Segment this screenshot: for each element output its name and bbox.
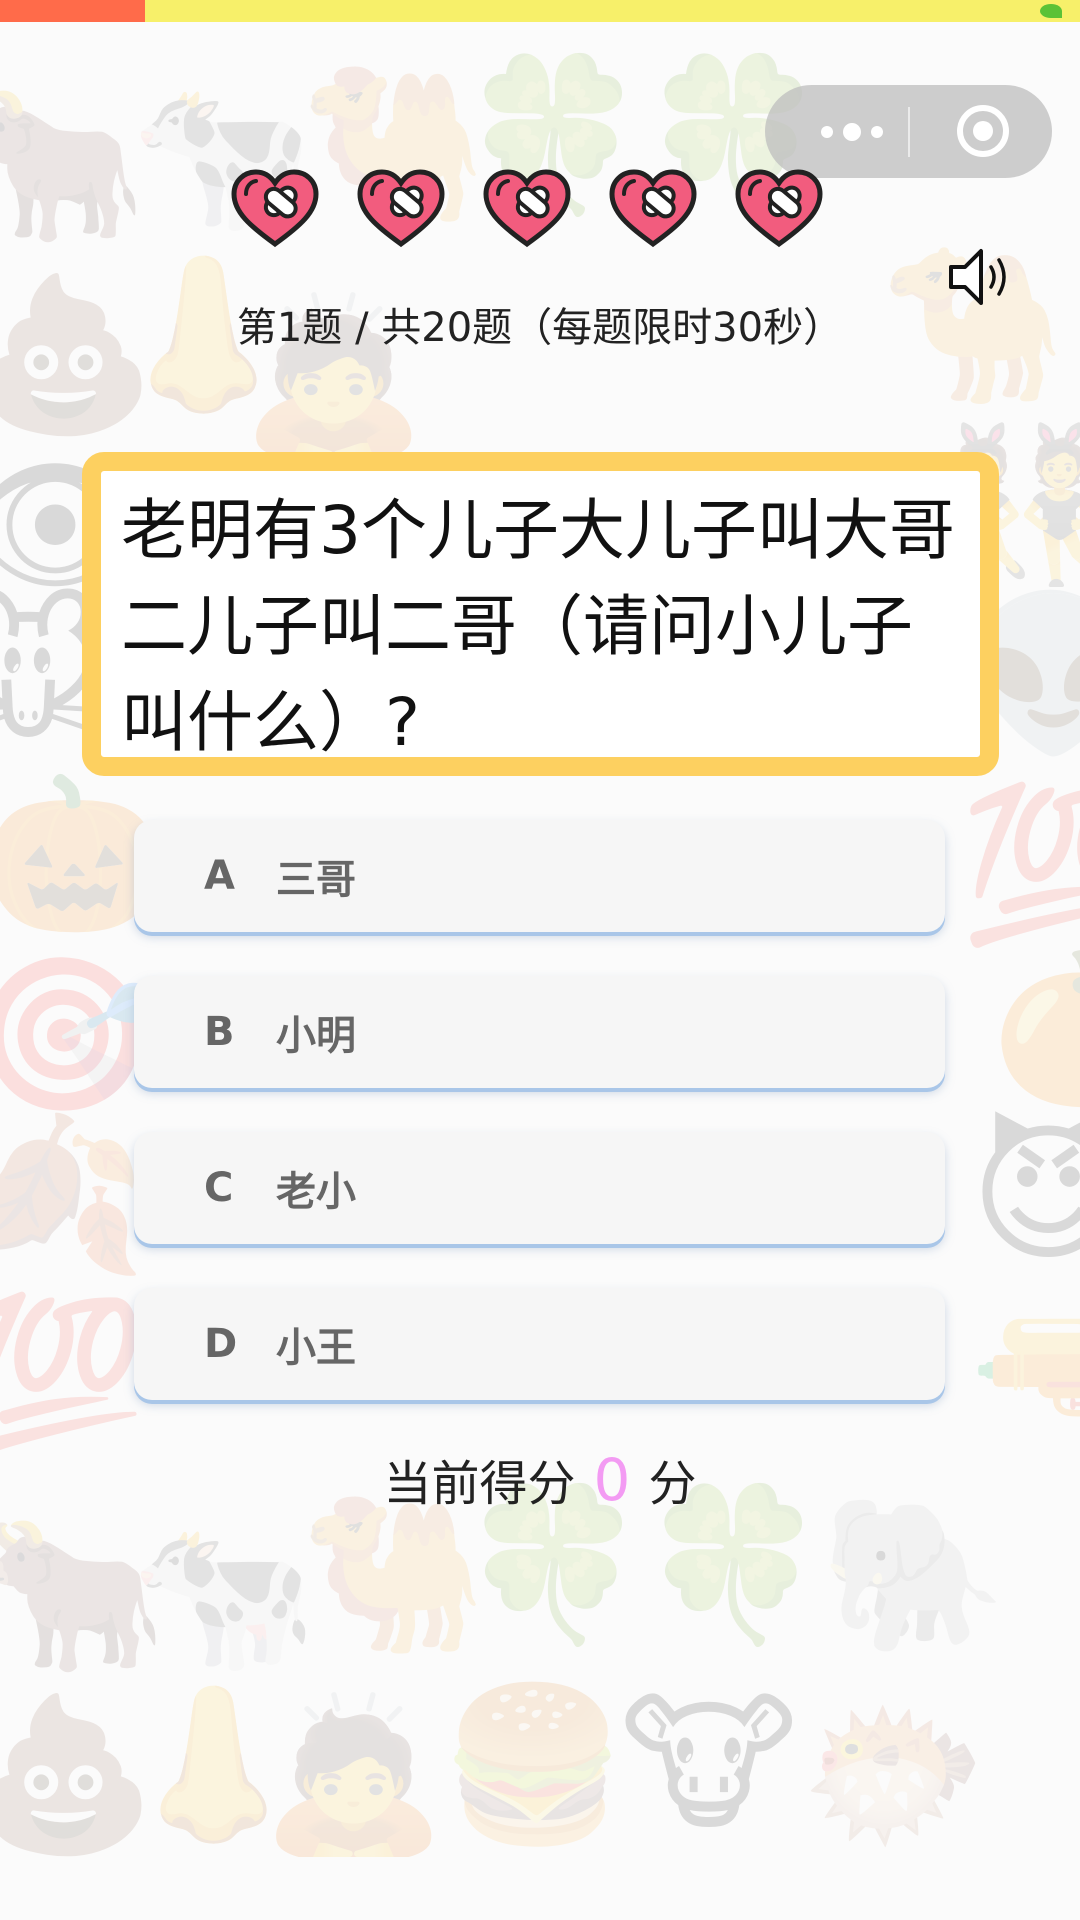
option-text: 老小 (276, 1169, 356, 1215)
cow-icon: 🐄 (130, 1508, 317, 1682)
score-label: 当前得分 (383, 1456, 576, 1512)
ox-icon: 🐂 (0, 78, 147, 252)
score-unit: 分 (648, 1456, 697, 1512)
option-letter: A (204, 853, 235, 899)
camel-icon: 🐫 (300, 1488, 487, 1662)
hamburger-icon: 🍔 (440, 1678, 627, 1852)
hundred-icon: 💯 (960, 778, 1080, 952)
heart-bandage-icon (735, 169, 823, 248)
lives-indicator (230, 168, 830, 248)
hundred-icon: 💯 (0, 1288, 147, 1462)
question-progress: 第1题 / 共20题（每题限时30秒） (236, 305, 844, 351)
more-dot-icon (821, 125, 833, 138)
more-menu-button[interactable] (802, 85, 902, 178)
heart-bandage-icon (357, 169, 445, 248)
option-text: 三哥 (276, 857, 356, 903)
heart-bandage-icon (483, 169, 571, 248)
option-a-button[interactable]: A 三哥 (134, 820, 945, 932)
option-text: 小王 (276, 1325, 356, 1371)
question-card: 老明有3个儿子大儿子叫大哥二儿子叫二哥（请问小儿子叫什么）? (82, 452, 999, 776)
more-dot-icon (843, 122, 861, 141)
more-dot-icon (871, 125, 883, 138)
option-letter: C (204, 1165, 234, 1211)
leaf-icon: 🍂 (0, 1108, 147, 1282)
elephant-icon: 🐘 (820, 1488, 1007, 1662)
heart-bandage-icon (231, 169, 319, 248)
cow-face-icon: 🐮 (620, 1678, 798, 1852)
question-text: 老明有3个儿子大儿子叫大哥二儿子叫二哥（请问小儿子叫什么）? (121, 492, 955, 761)
heart-bandage-icon (609, 169, 697, 248)
current-score: 当前得分 0 分 (0, 1445, 1080, 1519)
score-value: 0 (593, 1446, 631, 1514)
tangerine-icon: 🍊 (990, 950, 1080, 1100)
option-letter: D (204, 1321, 238, 1367)
devil-icon: 😈 (970, 1108, 1080, 1282)
option-text: 小明 (276, 1013, 356, 1059)
status-bar (0, 0, 1080, 22)
person-icon: 🙇 (260, 1688, 447, 1862)
capsule-divider (908, 107, 910, 157)
blowfish-icon: 🐡 (800, 1688, 987, 1862)
emoji-wallpaper: 🐂 🐄 🐫 🍀 🍀 💩 👃 🙇 🐪 👁 👯 🐭 👽 🎃 💯 🎯 🍊 🍂 😈 💯 … (0, 0, 1080, 1920)
option-d-button[interactable]: D 小王 (134, 1288, 945, 1400)
option-b-button[interactable]: B 小明 (134, 976, 945, 1088)
network-icon (1040, 4, 1062, 18)
mini-program-capsule (765, 85, 1052, 178)
option-c-button[interactable]: C 老小 (134, 1132, 945, 1244)
status-bar-indicator (0, 0, 145, 22)
water-gun-icon: 🔫 (970, 1288, 1080, 1462)
close-mini-program-button[interactable] (957, 105, 1009, 157)
option-letter: B (204, 1009, 235, 1055)
